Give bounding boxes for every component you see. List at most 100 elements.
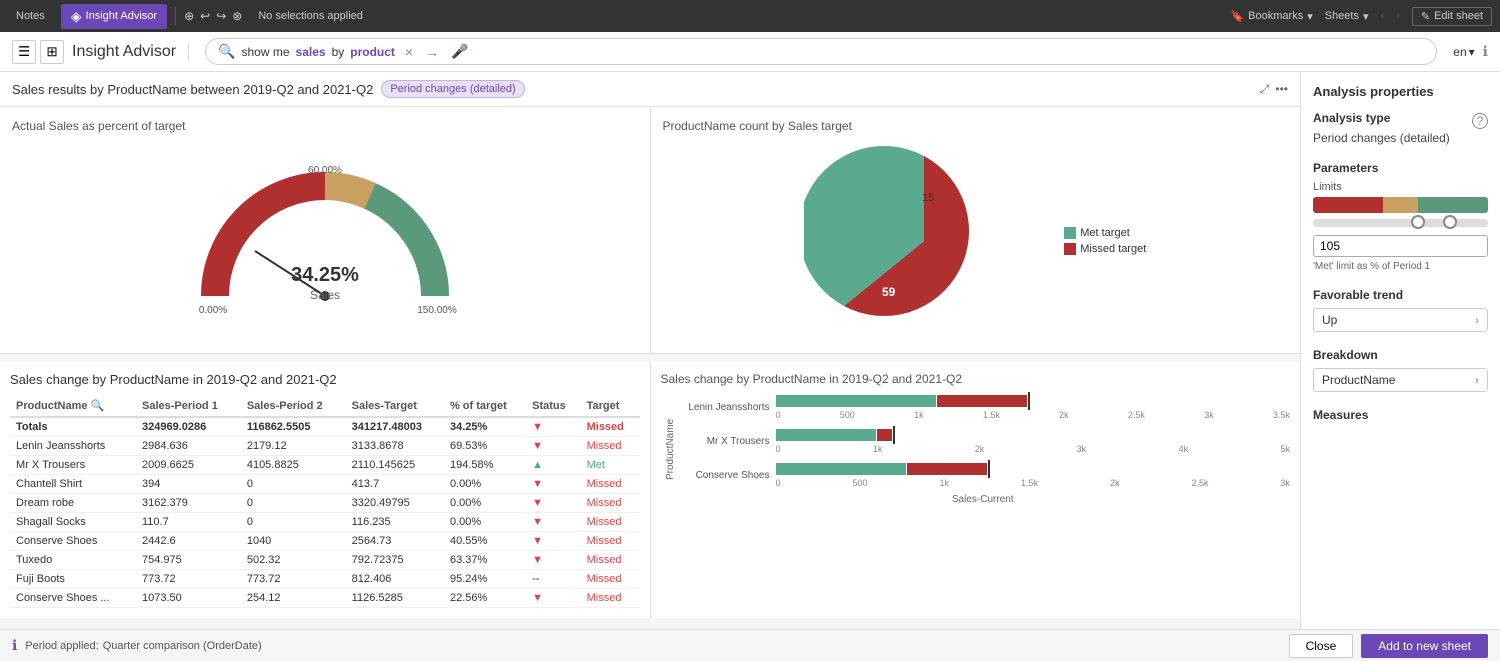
more-options-icon[interactable]: ••• [1275, 82, 1288, 96]
top-navigation-bar: Notes ◈ Insight Advisor ⊕ ↩ ↪ ⊗ No selec… [0, 0, 1500, 32]
sales-table: ProductName 🔍 Sales-Period 1 Sales-Perio… [10, 395, 640, 608]
bar-red-3 [907, 463, 987, 475]
cell-p2: 2179.12 [241, 437, 346, 456]
limits-tan-seg [1383, 197, 1418, 213]
favorable-chevron-icon: › [1475, 313, 1479, 327]
table-search-icon[interactable]: 🔍 [91, 400, 105, 412]
svg-text:Sales: Sales [310, 288, 340, 302]
limits-input[interactable] [1313, 235, 1488, 257]
cell-p2: 0 [241, 494, 346, 513]
cell-name: Conserve Shoes ... [10, 589, 136, 608]
cell-target: 2110.145625 [346, 456, 444, 475]
search-bar[interactable]: 🔍 show me sales by product × → 🎤 [205, 38, 1437, 65]
analysis-type-label: Analysis type [1313, 111, 1390, 125]
cell-pct: 40.55% [444, 532, 526, 551]
breakdown-section: Breakdown ProductName › [1313, 348, 1488, 392]
cell-p1: 754.975 [136, 551, 241, 570]
cell-target: 3133.8678 [346, 437, 444, 456]
sales-table-container: Sales change by ProductName in 2019-Q2 a… [0, 362, 651, 618]
app-title: Insight Advisor [72, 43, 189, 61]
cell-trend: ▼ [526, 532, 580, 551]
table-row: Chantell Shirt 394 0 413.7 0.00% ▼ Misse… [10, 475, 640, 494]
bookmarks-button[interactable]: 🔖 Bookmarks ▾ [1230, 10, 1312, 23]
gauge-svg: 34.25% Sales 0.00% 150.00% 60.00% [185, 141, 465, 321]
bookmark-icon: 🔖 [1230, 10, 1244, 23]
ia-icon: ◈ [71, 8, 82, 25]
svg-text:150.00%: 150.00% [417, 305, 457, 316]
add-to-sheet-button[interactable]: Add to new sheet [1361, 634, 1488, 658]
cell-pct: 0.00% [444, 513, 526, 532]
left-panel-toggle[interactable]: ☰ [12, 40, 36, 64]
pie-chart: ProductName count by Sales target Met ta… [651, 107, 1301, 353]
col-pct-target: % of target [444, 395, 526, 417]
limits-thumb-right[interactable] [1443, 215, 1457, 229]
cell-name: Lenin Jeansshorts [10, 437, 136, 456]
search-keyword-sales: sales [296, 45, 326, 59]
col-status: Status [526, 395, 580, 417]
cell-pct: 0.00% [444, 475, 526, 494]
panel-toggle-buttons: ☰ ⊞ [12, 40, 64, 64]
grid-toggle[interactable]: ⊞ [40, 40, 64, 64]
clear-search-button[interactable]: × [401, 44, 417, 60]
col-sales-target: Sales-Target [346, 395, 444, 417]
results-header: Sales results by ProductName between 201… [0, 72, 1300, 107]
gauge-chart: Actual Sales as percent of target [0, 107, 651, 353]
info-button[interactable]: ℹ [1483, 43, 1488, 60]
cell-p2: 773.72 [241, 570, 346, 589]
undo-icon[interactable]: ↩ [200, 9, 210, 23]
cell-target: 792.72375 [346, 551, 444, 570]
cell-status: Missed [581, 532, 640, 551]
nav-prev-icon[interactable]: ‹ [1381, 10, 1385, 22]
cell-p1: 3162.379 [136, 494, 241, 513]
sheets-button[interactable]: Sheets ▾ [1325, 10, 1369, 23]
bar-teal-2 [776, 429, 876, 441]
language-selector[interactable]: en ▾ [1453, 45, 1474, 59]
bar-marker-2 [893, 426, 895, 444]
selection-icons[interactable]: ⊕ ↩ ↪ ⊗ [184, 9, 242, 23]
limits-green-seg [1418, 197, 1488, 213]
cell-status: Missed [581, 494, 640, 513]
bar-row-1: Lenin Jeansshorts 05001k1.5k2k2.5k3k3.5k [676, 394, 1291, 420]
clear-icon[interactable]: ⊗ [232, 9, 242, 23]
limits-thumb-left[interactable] [1411, 215, 1425, 229]
bar-chart-container: Sales change by ProductName in 2019-Q2 a… [651, 362, 1301, 618]
submit-search-button[interactable]: → [421, 44, 443, 60]
cell-status: Missed [581, 475, 640, 494]
expand-icon[interactable]: ⤢ [1260, 82, 1270, 97]
cell-trend: ▼ [526, 417, 580, 437]
close-button[interactable]: Close [1289, 634, 1354, 658]
bar-chart-wrapper: ProductName Lenin Jeansshorts [661, 394, 1291, 505]
redo-icon[interactable]: ↪ [216, 9, 226, 23]
insight-advisor-tab[interactable]: ◈ Insight Advisor [61, 4, 167, 29]
breakdown-dropdown[interactable]: ProductName › [1313, 368, 1488, 392]
bar-x-axis-label: Sales-Current [676, 494, 1291, 505]
cell-name: Conserve Shoes [10, 532, 136, 551]
bar-marker-3 [988, 460, 990, 478]
cell-trend: -- [526, 570, 580, 589]
bar-row-3: Conserve Shoes 05001k1.5k2k2.5k3k [676, 462, 1291, 488]
help-icon[interactable]: ? [1472, 113, 1488, 129]
analysis-type-section: Analysis type ? Period changes (detailed… [1313, 111, 1488, 145]
lang-label: en [1453, 45, 1466, 59]
microphone-icon[interactable]: 🎤 [447, 43, 472, 60]
cell-p1: 110.7 [136, 513, 241, 532]
nav-next-icon[interactable]: › [1396, 10, 1400, 22]
pencil-icon: ✎ [1421, 10, 1430, 23]
search-text-prefix: show me [242, 45, 290, 59]
missed-label: Missed target [1080, 243, 1146, 255]
cell-status: Met [581, 456, 640, 475]
edit-sheet-button[interactable]: ✎ Edit sheet [1412, 7, 1492, 26]
info-circle-icon: ℹ [12, 637, 17, 654]
top-bar-right: 🔖 Bookmarks ▾ Sheets ▾ ‹ › ✎ Edit sheet [1230, 7, 1492, 26]
table-row: Mr X Trousers 2009.6625 4105.8825 2110.1… [10, 456, 640, 475]
limits-slider[interactable] [1313, 219, 1488, 227]
favorable-dropdown[interactable]: Up › [1313, 308, 1488, 332]
notes-tab[interactable]: Notes [8, 10, 53, 22]
y-axis-label: ProductName [661, 394, 676, 505]
cell-p2: 116862.5505 [241, 417, 346, 437]
favorable-value: Up [1322, 313, 1337, 327]
cell-p2: 0 [241, 513, 346, 532]
period-changes-badge[interactable]: Period changes (detailed) [381, 80, 524, 98]
search-icon[interactable]: ⊕ [184, 9, 194, 23]
bar-teal-3 [776, 463, 906, 475]
